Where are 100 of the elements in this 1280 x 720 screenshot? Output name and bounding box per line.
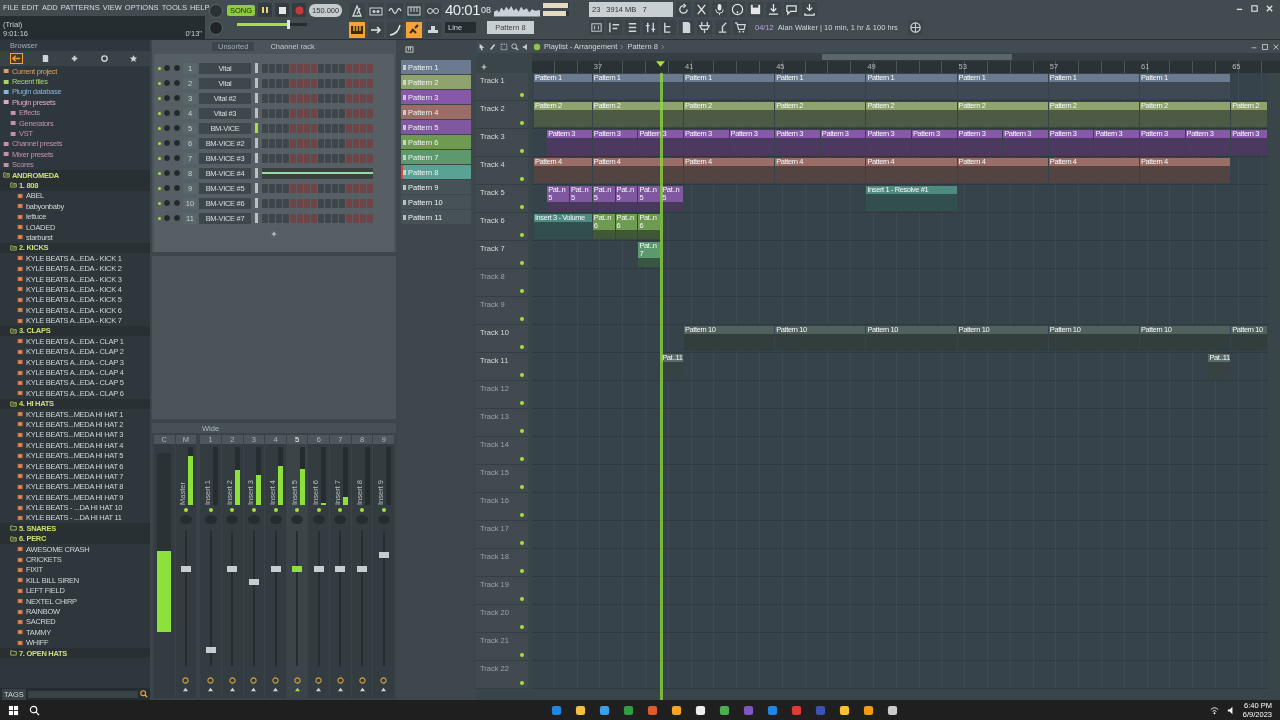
channel-select-indicator[interactable] — [255, 183, 258, 193]
piano-icon[interactable] — [405, 46, 414, 53]
channel-led-icon[interactable] — [158, 96, 161, 100]
app-icon[interactable] — [598, 704, 610, 716]
channel-select-indicator[interactable] — [255, 213, 258, 223]
track-led-icon[interactable] — [520, 485, 524, 489]
app-icon[interactable] — [718, 704, 730, 716]
search-icon[interactable] — [140, 690, 148, 698]
track-led-icon[interactable] — [520, 569, 524, 573]
zoom-icon[interactable] — [511, 42, 519, 51]
triangle-icon[interactable] — [228, 687, 236, 692]
track-led-icon[interactable] — [520, 93, 524, 97]
microphone-icon[interactable] — [712, 2, 727, 17]
master-volume-slider[interactable] — [237, 23, 307, 26]
mixer-icon[interactable] — [589, 20, 604, 35]
channel-select-indicator[interactable] — [255, 63, 258, 73]
strip-led-icon[interactable] — [183, 508, 188, 512]
fx-icon[interactable] — [182, 677, 190, 684]
stamp-icon[interactable] — [425, 22, 441, 38]
track-led-icon[interactable] — [520, 653, 524, 657]
track-led-icon[interactable] — [520, 401, 524, 405]
channel-select-indicator[interactable] — [255, 123, 258, 133]
gear-icon[interactable] — [98, 54, 110, 63]
add-icon[interactable] — [271, 231, 277, 237]
track-led-icon[interactable] — [520, 345, 524, 349]
track-led-icon[interactable] — [520, 373, 524, 377]
triangle-icon[interactable] — [250, 687, 258, 692]
channel-led-icon[interactable] — [158, 141, 161, 145]
triangle-icon[interactable] — [207, 687, 215, 692]
tape-icon[interactable] — [425, 3, 441, 19]
app-icon[interactable] — [694, 704, 706, 716]
piano-icon[interactable] — [349, 22, 365, 38]
strip-led-icon[interactable] — [208, 508, 213, 512]
fx-icon[interactable] — [250, 677, 258, 684]
scissors-icon[interactable] — [694, 2, 709, 17]
strip-led-icon[interactable] — [295, 508, 300, 512]
piano-roll-icon[interactable] — [607, 20, 622, 35]
track-led-icon[interactable] — [520, 597, 524, 601]
channel-led-icon[interactable] — [158, 81, 161, 85]
refresh-icon[interactable] — [676, 2, 691, 17]
close-icon[interactable] — [1272, 42, 1280, 51]
track-led-icon[interactable] — [520, 625, 524, 629]
channel-led-icon[interactable] — [158, 111, 161, 115]
list-icon[interactable] — [625, 20, 640, 35]
triangle-icon[interactable] — [293, 687, 301, 692]
channel-led-icon[interactable] — [158, 66, 161, 70]
channel-led-icon[interactable] — [158, 156, 161, 160]
curve-icon[interactable] — [387, 22, 403, 38]
triangle-icon[interactable] — [182, 687, 190, 692]
cart-icon[interactable] — [733, 20, 748, 35]
track-led-icon[interactable] — [520, 513, 524, 517]
hierarchy-icon[interactable] — [661, 20, 676, 35]
channel-select-indicator[interactable] — [255, 168, 258, 178]
channel-select-indicator[interactable] — [255, 153, 258, 163]
triangle-icon[interactable] — [336, 687, 344, 692]
track-led-icon[interactable] — [520, 681, 524, 685]
triangle-icon[interactable] — [272, 687, 279, 692]
track-led-icon[interactable] — [520, 317, 524, 321]
track-led-icon[interactable] — [520, 261, 524, 265]
channel-select-indicator[interactable] — [255, 78, 258, 88]
link-icon[interactable] — [406, 22, 422, 38]
globe-icon[interactable] — [908, 20, 923, 35]
fx-icon[interactable] — [272, 677, 279, 684]
knob-icon[interactable] — [209, 3, 223, 18]
triangle-icon[interactable] — [380, 687, 388, 692]
brush-icon[interactable] — [489, 42, 497, 51]
stop-button[interactable] — [275, 3, 290, 17]
track-led-icon[interactable] — [520, 177, 524, 181]
strip-led-icon[interactable] — [381, 508, 386, 512]
strip-led-icon[interactable] — [230, 508, 235, 512]
triangle-icon[interactable] — [315, 687, 323, 692]
channel-select-indicator[interactable] — [255, 198, 258, 208]
fx-icon[interactable] — [228, 677, 236, 684]
add-icon[interactable] — [480, 63, 488, 71]
metronome-icon[interactable] — [349, 3, 365, 19]
app-icon[interactable] — [670, 704, 682, 716]
sliders-icon[interactable] — [643, 20, 658, 35]
download-icon[interactable] — [802, 2, 817, 17]
track-led-icon[interactable] — [520, 289, 524, 293]
maximize-icon[interactable] — [1261, 42, 1269, 51]
arrangement-icon[interactable] — [533, 42, 541, 51]
channel-led-icon[interactable] — [158, 201, 161, 205]
keyboard-icon[interactable] — [406, 3, 422, 19]
app-icon[interactable] — [862, 704, 874, 716]
tape-icon[interactable] — [368, 3, 384, 19]
channel-led-icon[interactable] — [158, 126, 161, 130]
track-led-icon[interactable] — [520, 149, 524, 153]
channel-led-icon[interactable] — [158, 186, 161, 190]
search-icon[interactable] — [29, 704, 40, 716]
channel-select-indicator[interactable] — [255, 93, 258, 103]
fx-icon[interactable] — [380, 677, 388, 684]
app-icon[interactable] — [574, 704, 586, 716]
channel-led-icon[interactable] — [158, 171, 161, 175]
knob-icon[interactable] — [209, 21, 223, 36]
select-icon[interactable] — [500, 42, 508, 51]
fx-icon[interactable] — [358, 677, 366, 684]
close-icon[interactable] — [1265, 4, 1274, 13]
channel-select-indicator[interactable] — [255, 108, 258, 118]
strip-led-icon[interactable] — [316, 508, 321, 512]
strip-led-icon[interactable] — [273, 508, 278, 512]
